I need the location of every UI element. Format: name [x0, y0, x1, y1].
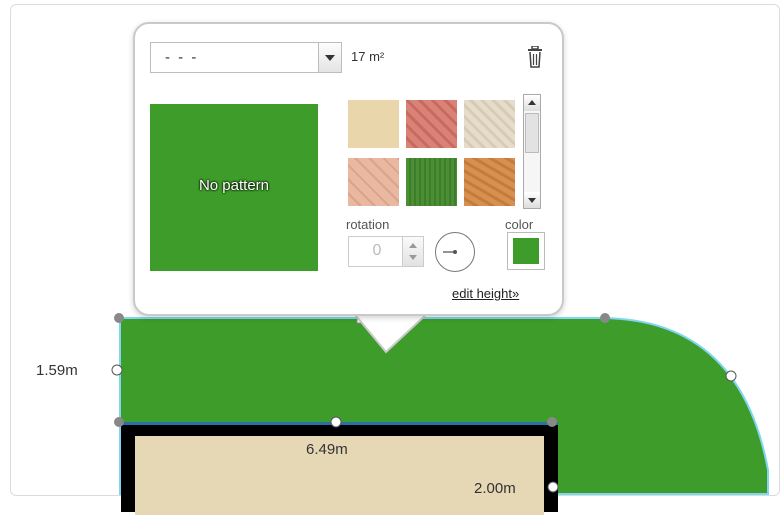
- dimension-left-height: 1.59m: [36, 362, 78, 379]
- swatch-green-grass[interactable]: [406, 158, 457, 206]
- color-label: color: [505, 217, 534, 232]
- pattern-select-value: - - -: [165, 49, 199, 66]
- dropdown-arrow-icon[interactable]: [318, 43, 341, 72]
- corner-handle[interactable]: [114, 313, 124, 323]
- swatch-peach-tile[interactable]: [348, 158, 399, 206]
- rotation-stepper[interactable]: 0: [348, 236, 424, 267]
- swatch-cream-tile[interactable]: [464, 100, 515, 148]
- rotation-label: rotation: [346, 217, 390, 232]
- swatch-red-brick[interactable]: [406, 100, 457, 148]
- scroll-thumb[interactable]: [525, 113, 539, 153]
- selected-color-swatch: [513, 238, 539, 264]
- trash-icon[interactable]: [527, 46, 543, 68]
- preview-label: No pattern: [198, 177, 270, 194]
- pattern-select[interactable]: - - -: [150, 42, 342, 73]
- pattern-preview: No pattern: [150, 104, 318, 271]
- corner-handle[interactable]: [547, 417, 557, 427]
- midpoint-handle[interactable]: [547, 481, 559, 493]
- dimension-room-height: 2.00m: [474, 480, 516, 497]
- stepper-arrows-icon[interactable]: [402, 237, 423, 266]
- dimension-room-width: 6.49m: [306, 441, 348, 458]
- swatch-orange-wood[interactable]: [464, 158, 515, 206]
- corner-handle[interactable]: [600, 313, 610, 323]
- scroll-up-icon[interactable]: [524, 95, 540, 111]
- edit-height-link[interactable]: edit height»: [452, 286, 519, 301]
- swatch-scrollbar[interactable]: [523, 94, 541, 209]
- midpoint-handle[interactable]: [330, 416, 342, 428]
- swatch-beige-tile[interactable]: [348, 100, 399, 148]
- area-readout: 17 m²: [351, 49, 385, 64]
- rotation-value[interactable]: 0: [349, 242, 405, 260]
- rotation-dial-icon[interactable]: [435, 232, 475, 272]
- floor-properties-popup: - - - 17 m² No pattern rotation color 0: [133, 22, 564, 316]
- midpoint-handle[interactable]: [725, 370, 737, 382]
- scroll-down-icon[interactable]: [524, 192, 540, 208]
- color-picker-button[interactable]: [507, 232, 545, 270]
- midpoint-handle[interactable]: [111, 364, 123, 376]
- corner-handle[interactable]: [114, 417, 124, 427]
